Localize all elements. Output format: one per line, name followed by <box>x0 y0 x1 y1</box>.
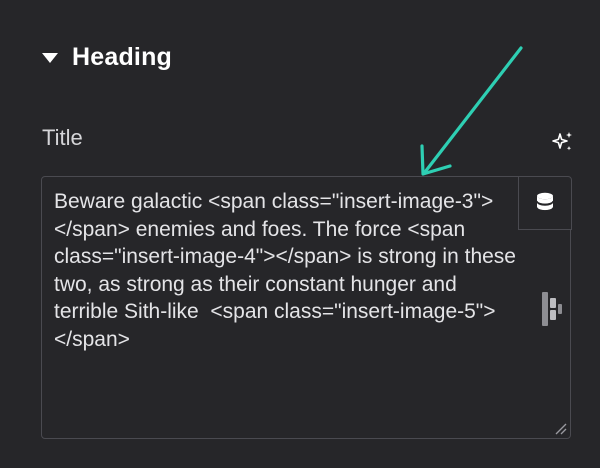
database-icon <box>536 192 554 212</box>
dynamic-tags-button[interactable] <box>518 176 572 230</box>
title-textarea-value[interactable]: Beware galactic <span class="insert-imag… <box>54 188 522 353</box>
section-title: Heading <box>72 42 173 71</box>
element-handle-icon[interactable] <box>536 288 566 330</box>
caret-down-icon <box>42 53 58 63</box>
resize-handle-icon[interactable] <box>553 421 567 435</box>
title-textarea[interactable]: Beware galactic <span class="insert-imag… <box>41 176 571 439</box>
sparkle-icon[interactable] <box>548 128 576 156</box>
title-field-label: Title <box>42 125 83 150</box>
heading-section-toggle[interactable]: Heading <box>42 40 172 74</box>
heading-settings-panel: Heading Title Beware galactic <span clas… <box>0 0 600 468</box>
